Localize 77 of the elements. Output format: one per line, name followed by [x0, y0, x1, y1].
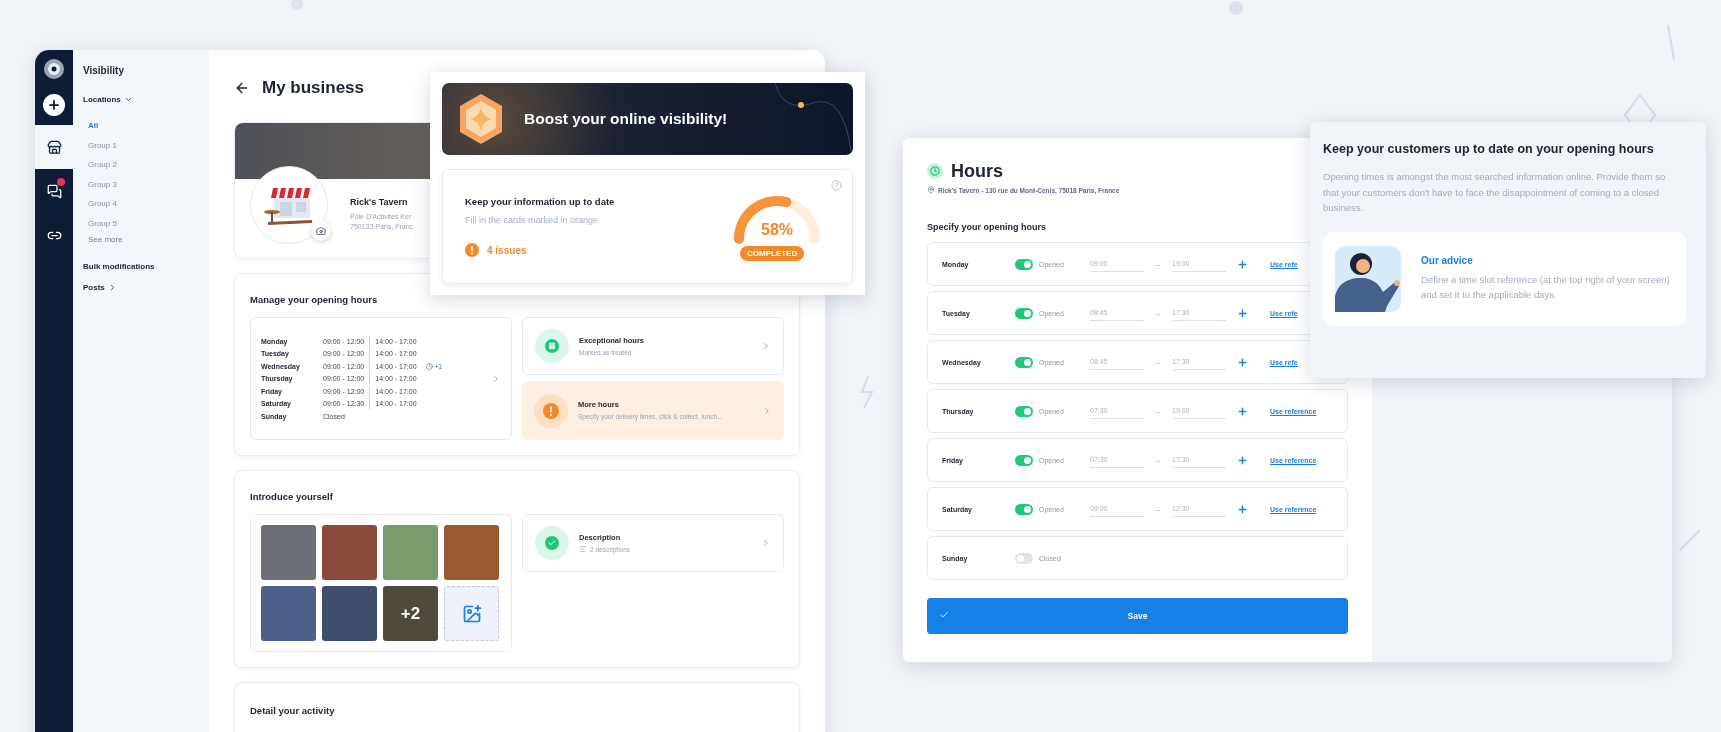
advice-title: Our advice: [1421, 254, 1474, 266]
chat-icon: [46, 183, 62, 199]
card-title: Introduce yourself: [250, 491, 334, 502]
sidebar-section[interactable]: Bulk modifications: [83, 262, 155, 271]
camera-button[interactable]: [311, 221, 331, 241]
toggle-switch[interactable]: [1015, 258, 1033, 270]
sidebar-item[interactable]: Group 4: [83, 194, 117, 214]
sidebar-section[interactable]: Locations: [83, 95, 133, 104]
add-button[interactable]: [43, 94, 65, 116]
card-title: Detail your activity: [250, 705, 336, 716]
plus-icon: [1236, 405, 1248, 417]
chevron-right-icon: [762, 405, 772, 416]
clock-icon: [927, 163, 943, 179]
card-title: Keep your information up to date: [465, 196, 616, 207]
save-button[interactable]: Save: [927, 598, 1348, 634]
line-decoration: [1679, 529, 1701, 551]
photo-placeholder: [322, 525, 377, 580]
panel-title: Hours: [951, 160, 1003, 182]
issues-count: 4 issues: [487, 244, 527, 256]
banner-title: Boost your online visibility!: [524, 110, 728, 128]
chevron-down-icon: [123, 95, 133, 104]
progress-percentage: 58%: [760, 220, 794, 239]
toggle-switch[interactable]: [1015, 552, 1033, 564]
see-more-link[interactable]: See more: [83, 235, 123, 244]
person-illustration: [1335, 245, 1401, 312]
location-pin-icon: [927, 186, 935, 194]
plus-icon: [1236, 503, 1248, 515]
line-decoration: [1667, 24, 1675, 61]
store-icon: [46, 139, 62, 155]
add-image-icon: [461, 603, 482, 624]
plus-icon: [1236, 356, 1248, 368]
check-icon: [545, 536, 559, 550]
plus-icon: [47, 98, 61, 112]
tip-text: Opening times is amongst the most searched information online. Provide them so that your customers don't have to face the disappointment of coming to a closed business.: [1323, 170, 1667, 215]
hours-summary-card[interactable]: [250, 317, 512, 440]
camera-icon: [316, 226, 326, 236]
toggle-switch[interactable]: [1015, 307, 1033, 319]
logo-icon: [43, 58, 65, 80]
plus-icon: [1236, 307, 1248, 319]
sidebar-item[interactable]: All: [83, 116, 99, 136]
chevron-right-icon: [491, 373, 501, 384]
photo-placeholder: [261, 586, 316, 641]
tip-title: Keep your customers up to date on your opening hours: [1323, 141, 1655, 158]
clock-icon: [425, 362, 433, 370]
more-photos-count: +2: [400, 603, 421, 624]
chevron-right-icon: [761, 538, 771, 548]
list-icon: [579, 545, 587, 553]
sidebar-item[interactable]: Group 2: [83, 155, 117, 175]
card-title: Manage your opening hours: [250, 294, 379, 305]
photo-placeholder: [383, 525, 438, 580]
toggle-switch[interactable]: [1015, 454, 1033, 466]
completed-badge: COMPLETED: [740, 245, 805, 261]
sidebar-item[interactable]: Group 3: [83, 174, 117, 194]
plus-icon: [1236, 454, 1248, 466]
sidebar-section[interactable]: Posts: [83, 283, 117, 292]
section-title: Specify your opening hours: [927, 222, 1047, 232]
sidebar-title: Visibility: [83, 65, 125, 76]
chevron-right-icon: [761, 341, 771, 351]
photo-placeholder: [322, 586, 377, 641]
check-icon: [939, 610, 949, 620]
exclamation-icon: [465, 243, 479, 257]
page-title: My business: [262, 77, 365, 99]
toggle-switch[interactable]: [1015, 356, 1033, 368]
sidebar-item[interactable]: Group 1: [83, 135, 117, 155]
exclamation-icon: [543, 402, 559, 419]
plus-icon: [1236, 258, 1248, 270]
card-subtitle: Fill in the cards marked in orange: [465, 215, 600, 225]
business-name: Rick's Tavern: [350, 197, 409, 207]
add-photo-button[interactable]: [444, 586, 499, 641]
toggle-switch[interactable]: [1015, 405, 1033, 417]
toggle-switch[interactable]: [1015, 503, 1033, 515]
advice-text: Define a time slot reference (at the top right of your screen) and set it to the applicable days.: [1421, 272, 1671, 302]
photo-placeholder: [444, 525, 499, 580]
lightning-decoration: [860, 375, 874, 409]
sidebar-item[interactable]: Group 5: [83, 213, 117, 233]
photo-placeholder: [261, 525, 316, 580]
pause-icon: [545, 339, 559, 353]
